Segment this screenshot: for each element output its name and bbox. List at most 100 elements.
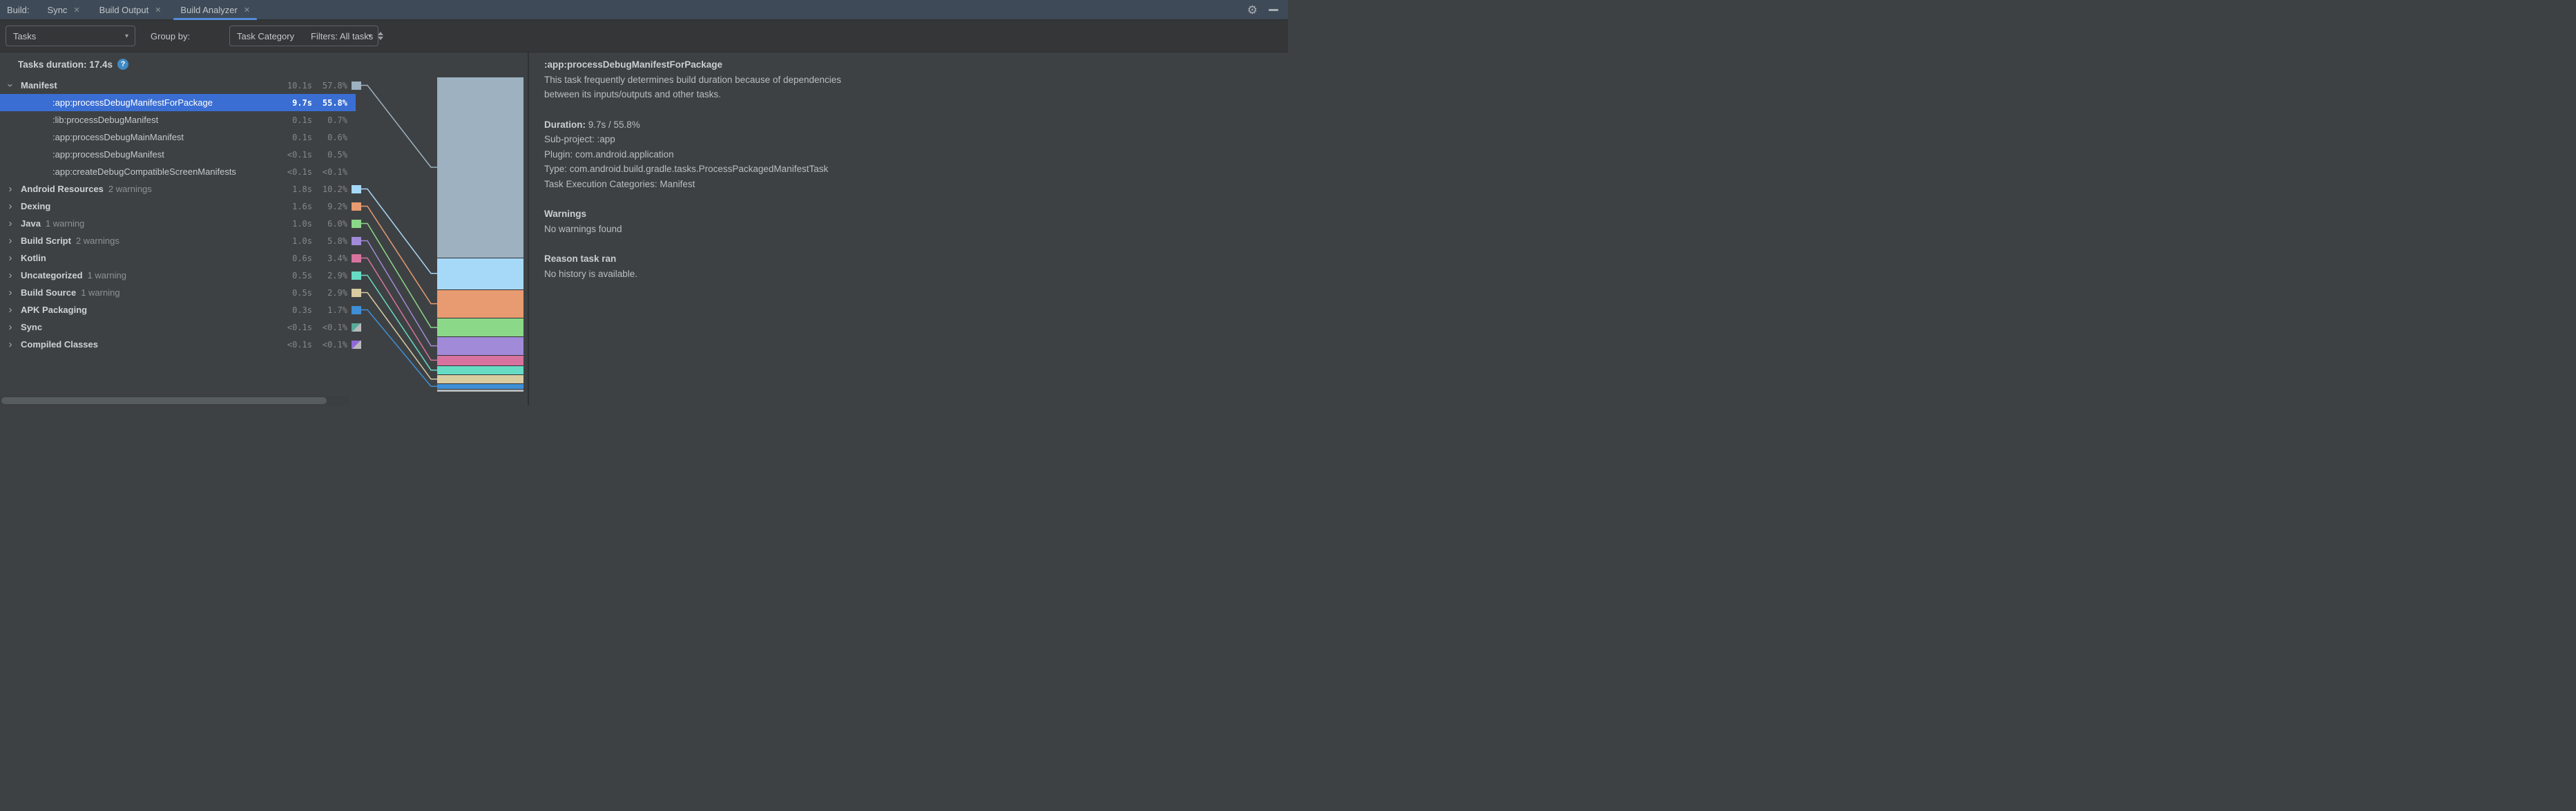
settings-gear-icon[interactable]: ⚙ bbox=[1247, 4, 1258, 16]
group-by-label: Group by: bbox=[151, 31, 190, 41]
build-tool-window-tabbar: Build: Sync ✕ Build Output ✕ Build Analy… bbox=[0, 0, 1288, 20]
task-details-title: :app:processDebugManifestForPackage bbox=[544, 57, 1274, 73]
build-analyzer-toolbar: Tasks ▾ Group by: Task Category ▾ Filter… bbox=[0, 20, 1288, 53]
duration-value: 9.7s / 55.8% bbox=[586, 120, 640, 130]
category-color-swatch bbox=[352, 306, 361, 314]
row-label: APK Packaging bbox=[21, 301, 249, 318]
warning-count: 1 warning bbox=[46, 218, 84, 229]
chart-segment-java[interactable] bbox=[437, 318, 523, 336]
chevron-collapsed-icon[interactable]: › bbox=[6, 232, 15, 249]
chevron-collapsed-icon[interactable]: › bbox=[6, 284, 15, 301]
task-categories: Task Execution Categories: Manifest bbox=[544, 177, 1274, 192]
category-color-swatch bbox=[352, 271, 361, 280]
tab-sync-close-icon[interactable]: ✕ bbox=[73, 6, 79, 15]
row-label: Dexing bbox=[21, 198, 249, 215]
row-label: Kotlin bbox=[21, 249, 249, 267]
row-percent: 1.7% bbox=[292, 301, 347, 318]
chart-segment-android-resources[interactable] bbox=[437, 258, 523, 289]
warning-count: 1 warning bbox=[81, 287, 119, 298]
view-mode-dropdown[interactable]: Tasks ▾ bbox=[6, 26, 135, 46]
chevron-collapsed-icon[interactable]: › bbox=[6, 198, 15, 215]
group-by-value: Task Category bbox=[237, 31, 294, 41]
row-percent: 0.5% bbox=[292, 146, 347, 163]
tab-build-output-close-icon[interactable]: ✕ bbox=[155, 6, 161, 15]
row-label: Build Script2 warnings bbox=[21, 232, 249, 249]
row-percent: 0.7% bbox=[292, 111, 347, 128]
task-details-duration-line: Duration: 9.7s / 55.8% bbox=[544, 117, 1274, 133]
sort-updown-icon bbox=[378, 32, 383, 40]
horizontal-scrollbar-track[interactable] bbox=[0, 396, 349, 406]
chevron-expanded-icon[interactable]: › bbox=[2, 81, 19, 90]
category-color-swatch bbox=[352, 289, 361, 297]
category-color-swatch bbox=[352, 254, 361, 263]
chart-segment-apk-packaging[interactable] bbox=[437, 383, 523, 389]
reason-body: No history is available. bbox=[544, 267, 1274, 282]
tasks-duration-header: Tasks duration: 17.4s ? bbox=[18, 57, 128, 72]
category-color-swatch bbox=[352, 220, 361, 228]
category-color-swatch bbox=[352, 202, 361, 211]
task-type: Type: com.android.build.gradle.tasks.Pro… bbox=[544, 162, 1274, 177]
view-mode-value: Tasks bbox=[13, 31, 36, 41]
build-window-label: Build: bbox=[0, 5, 38, 15]
duration-label: Duration: bbox=[544, 120, 586, 130]
chart-segment-uncategorized[interactable] bbox=[437, 365, 523, 374]
chart-segment-dexing[interactable] bbox=[437, 289, 523, 318]
category-color-swatch bbox=[352, 237, 361, 245]
row-percent: 10.2% bbox=[292, 180, 347, 198]
tab-sync-label: Sync bbox=[48, 5, 68, 15]
chart-segment-manifest[interactable] bbox=[437, 77, 523, 258]
tab-build-analyzer-label: Build Analyzer bbox=[180, 5, 237, 15]
chevron-collapsed-icon[interactable]: › bbox=[6, 336, 15, 353]
task-details-panel: :app:processDebugManifestForPackage This… bbox=[529, 53, 1288, 406]
minimize-icon[interactable] bbox=[1269, 9, 1278, 11]
warning-count: 2 warnings bbox=[108, 184, 152, 194]
warnings-body: No warnings found bbox=[544, 222, 1274, 237]
row-label: Compiled Classes bbox=[21, 336, 249, 353]
row-label: Manifest bbox=[21, 77, 249, 94]
row-percent: 9.2% bbox=[292, 198, 347, 215]
tasks-duration-text: Tasks duration: 17.4s bbox=[18, 59, 113, 70]
build-analyzer-window: Build: Sync ✕ Build Output ✕ Build Analy… bbox=[0, 0, 1288, 406]
row-percent: 5.8% bbox=[292, 232, 347, 249]
reason-header: Reason task ran bbox=[544, 251, 1274, 267]
row-label: Build Source1 warning bbox=[21, 284, 249, 301]
chevron-down-icon: ▾ bbox=[119, 32, 128, 40]
category-color-swatch bbox=[352, 341, 361, 349]
category-color-swatch bbox=[352, 323, 361, 332]
chevron-collapsed-icon[interactable]: › bbox=[6, 301, 15, 318]
tab-sync[interactable]: Sync ✕ bbox=[38, 0, 90, 20]
row-percent: 55.8% bbox=[292, 94, 347, 111]
row-percent: 3.4% bbox=[292, 249, 347, 267]
tab-build-output-label: Build Output bbox=[99, 5, 149, 15]
tab-build-analyzer[interactable]: Build Analyzer ✕ bbox=[171, 0, 260, 20]
chart-segment-build-script[interactable] bbox=[437, 336, 523, 354]
task-subproject: Sub-project: :app bbox=[544, 132, 1274, 147]
tab-build-analyzer-close-icon[interactable]: ✕ bbox=[244, 6, 250, 15]
chart-segment-kotlin[interactable] bbox=[437, 355, 523, 365]
row-label: Uncategorized1 warning bbox=[21, 267, 249, 284]
build-analyzer-main: Tasks duration: 17.4s ? ›Manifest10.1s57… bbox=[0, 53, 1288, 406]
warning-count: 1 warning bbox=[88, 270, 126, 280]
row-percent: 2.9% bbox=[292, 267, 347, 284]
chart-segment-build-source[interactable] bbox=[437, 374, 523, 383]
tasks-duration-stacked-bar bbox=[437, 77, 523, 392]
chevron-collapsed-icon[interactable]: › bbox=[6, 215, 15, 232]
warning-count: 2 warnings bbox=[76, 236, 119, 246]
task-details-description: This task frequently determines build du… bbox=[544, 73, 1274, 102]
row-percent: 0.6% bbox=[292, 128, 347, 146]
row-percent: <0.1% bbox=[292, 336, 347, 353]
tab-build-output[interactable]: Build Output ✕ bbox=[90, 0, 171, 20]
filters-value: Filters: All tasks bbox=[311, 31, 373, 41]
help-icon[interactable]: ? bbox=[117, 59, 128, 70]
chevron-collapsed-icon[interactable]: › bbox=[6, 318, 15, 336]
filters-dropdown[interactable]: Filters: All tasks bbox=[311, 31, 383, 41]
horizontal-scrollbar-thumb[interactable] bbox=[1, 397, 327, 404]
row-label: Android Resources2 warnings bbox=[21, 180, 249, 198]
row-label: Sync bbox=[21, 318, 249, 336]
chevron-collapsed-icon[interactable]: › bbox=[6, 267, 15, 284]
warnings-header: Warnings bbox=[544, 207, 1274, 222]
chevron-collapsed-icon[interactable]: › bbox=[6, 249, 15, 267]
chart-segment-misc[interactable] bbox=[437, 389, 523, 392]
chevron-collapsed-icon[interactable]: › bbox=[6, 180, 15, 198]
task-plugin: Plugin: com.android.application bbox=[544, 147, 1274, 162]
